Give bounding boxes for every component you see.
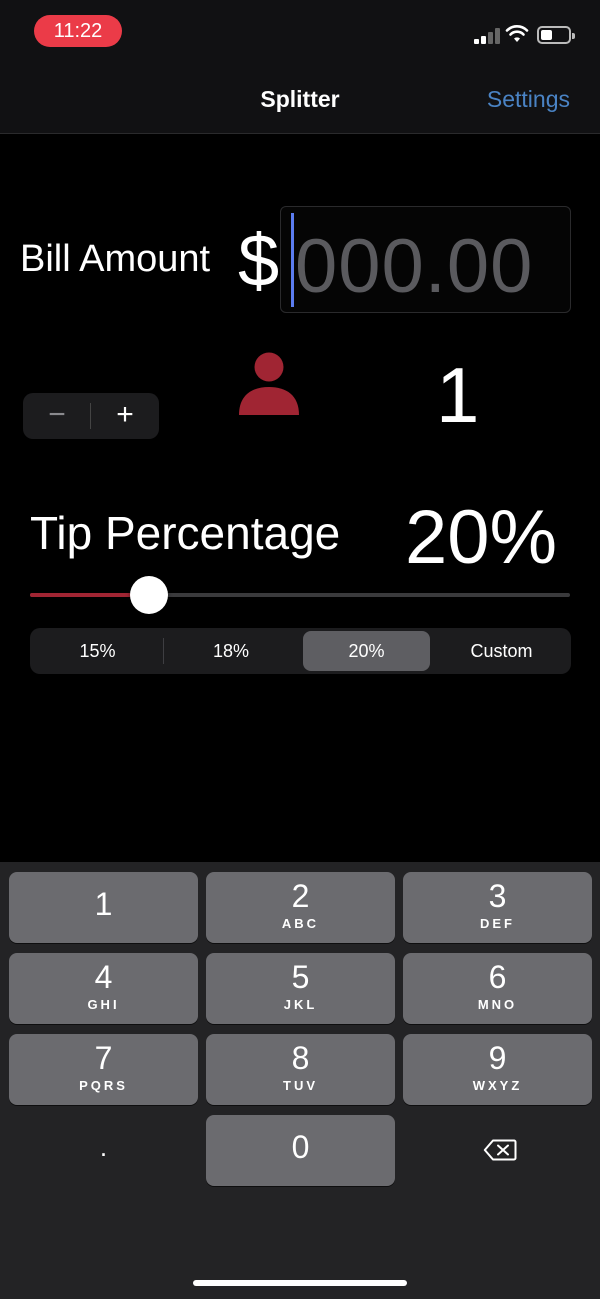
wifi-icon — [505, 25, 529, 42]
tip-preset-selector[interactable]: 15% 18% 20% Custom — [30, 628, 571, 674]
key-letters: ABC — [281, 916, 320, 931]
key-digit: 1 — [94, 886, 113, 922]
key-6[interactable]: 6 MNO — [403, 953, 592, 1024]
tip-percentage-label: Tip Percentage — [30, 507, 341, 559]
key-letters: JKL — [283, 997, 318, 1012]
bill-amount-label: Bill Amount — [20, 238, 211, 280]
key-letters: MNO — [477, 997, 518, 1012]
key-letters: GHI — [87, 997, 120, 1012]
tip-percentage-value: 20% — [405, 495, 558, 580]
key-4[interactable]: 4 GHI — [9, 953, 198, 1024]
key-letters: PQRS — [79, 1078, 128, 1093]
tip-option[interactable]: 20% — [303, 631, 430, 671]
status-time: 11:22 — [34, 15, 122, 47]
key-digit: 7 — [94, 1040, 113, 1076]
slider-thumb[interactable] — [129, 576, 168, 614]
person-icon — [239, 352, 299, 415]
key-digit: 6 — [488, 959, 507, 995]
key-3[interactable]: 3 DEF — [403, 872, 592, 943]
people-count: 1 — [436, 351, 480, 439]
key-5[interactable]: 5 JKL — [206, 953, 395, 1024]
decrement-people-button[interactable]: − — [23, 393, 91, 439]
key-digit: 9 — [488, 1040, 507, 1076]
key-digit: 8 — [291, 1040, 310, 1076]
key-decimal[interactable]: . — [9, 1115, 198, 1186]
key-letters: TUV — [283, 1078, 318, 1093]
home-indicator — [193, 1280, 407, 1286]
key-letters: DEF — [480, 916, 515, 931]
key-2[interactable]: 2 ABC — [206, 872, 395, 943]
bill-amount-input[interactable]: 000.00 — [280, 206, 571, 313]
settings-button[interactable]: Settings — [487, 86, 570, 113]
key-7[interactable]: 7 PQRS — [9, 1034, 198, 1105]
navigation-bar: Splitter Settings — [0, 64, 600, 134]
tip-slider[interactable] — [30, 575, 570, 615]
key-0[interactable]: 0 — [206, 1115, 395, 1186]
text-cursor — [291, 213, 294, 307]
key-8[interactable]: 8 TUV — [206, 1034, 395, 1105]
tip-option[interactable]: 15% — [33, 631, 162, 671]
cellular-signal-icon — [474, 28, 502, 44]
key-digit: 5 — [291, 959, 310, 995]
numeric-keypad: 1 2 ABC 3 DEF 4 GHI 5 JKL 6 MNO 7 PQRS 8… — [0, 862, 600, 1299]
key-1[interactable]: 1 — [9, 872, 198, 943]
key-9[interactable]: 9 WXYZ — [403, 1034, 592, 1105]
currency-symbol: $ — [238, 219, 280, 302]
key-digit: 3 — [488, 878, 507, 914]
status-bar: 11:22 — [0, 0, 600, 64]
key-letters: WXYZ — [472, 1078, 523, 1093]
increment-people-button[interactable]: + — [91, 393, 159, 439]
key-digit: 4 — [94, 959, 113, 995]
bill-amount-placeholder: 000.00 — [295, 224, 534, 309]
tip-option[interactable]: Custom — [435, 631, 568, 671]
people-stepper[interactable]: − + — [23, 393, 159, 439]
delete-key[interactable] — [403, 1115, 592, 1186]
key-digit: . — [99, 1132, 108, 1162]
tip-option[interactable]: 18% — [164, 631, 298, 671]
key-digit: 0 — [291, 1129, 310, 1165]
backspace-icon — [483, 1139, 517, 1161]
key-digit: 2 — [291, 878, 310, 914]
battery-icon — [537, 26, 575, 44]
